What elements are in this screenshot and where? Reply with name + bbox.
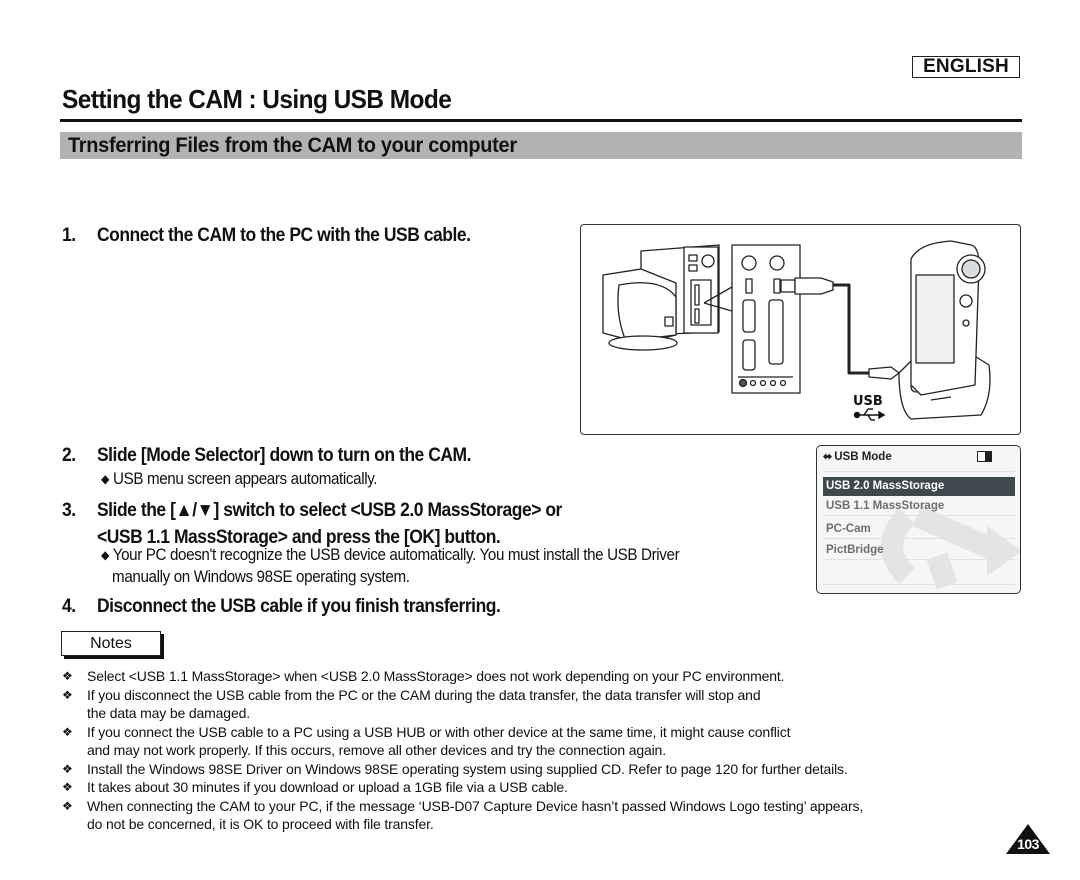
step-number: 1.	[62, 225, 76, 246]
page-number: 103	[1017, 836, 1039, 852]
step-text: Disconnect the USB cable if you finish t…	[96, 596, 501, 617]
language-badge: ENGLISH	[912, 56, 1020, 78]
step-3: 3. Slide the [▲/▼] switch to select <USB …	[62, 497, 562, 551]
note-text-line-2: and may not work properly. If this occur…	[87, 742, 666, 758]
lcd-menu-item-pc-cam[interactable]: PC-Cam	[823, 520, 1015, 539]
step-text: Slide [Mode Selector] down to turn on th…	[96, 445, 472, 466]
pc-back-panel	[731, 244, 801, 394]
usb-label: USB	[853, 394, 883, 409]
section-title: Trnsferring Files from the CAM to your c…	[68, 134, 517, 157]
clover-bullet-icon: ❖	[62, 780, 73, 794]
lcd-divider	[823, 584, 1015, 585]
note-text-line-1: If you connect the USB cable to a PC usi…	[87, 723, 791, 740]
clover-bullet-icon: ❖	[62, 761, 73, 776]
step-4: 4. Disconnect the USB cable if you finish…	[62, 596, 501, 618]
diamond-bullet-icon: ◆	[101, 472, 110, 486]
notes-list: ❖ Select <USB 1.1 MassStorage> when <USB…	[62, 667, 1022, 834]
usb-icon: ⬌	[823, 451, 833, 463]
step-2-note: ◆ USB menu screen appears automatically.	[101, 469, 378, 491]
lcd-divider	[823, 471, 1015, 472]
monitor-stand	[608, 335, 678, 351]
note-text: Select <USB 1.1 MassStorage> when <USB 2…	[87, 668, 785, 684]
illustration-drawing: USB	[602, 240, 991, 421]
note-text: USB menu screen appears automatically.	[112, 470, 378, 488]
usb-trident-icon	[853, 408, 886, 421]
step-number: 2.	[62, 445, 76, 466]
diamond-bullet-icon: ◆	[101, 548, 110, 562]
page-title: Setting the CAM : Using USB Mode	[62, 84, 452, 114]
lcd-menu-item-pictbridge[interactable]: PictBridge	[823, 541, 1015, 560]
section-header-bar: Trnsferring Files from the CAM to your c…	[60, 132, 1022, 159]
lcd-header: ⬌ USB Mode	[823, 450, 892, 464]
clover-bullet-icon: ❖	[62, 687, 73, 702]
clover-bullet-icon: ❖	[62, 724, 73, 739]
note-item: ❖ If you disconnect the USB cable from t…	[62, 686, 1022, 723]
step-number: 4.	[62, 596, 76, 617]
note-text-line-2: the data may be damaged.	[87, 705, 250, 721]
dc-in-icon	[977, 451, 992, 462]
usb-plug	[780, 279, 796, 293]
step-number: 3.	[62, 500, 76, 521]
note-item: ❖ If you connect the USB cable to a PC u…	[62, 723, 1022, 760]
usb-mode-lcd-screen: ⬌ USB Mode USB 2.0 MassStorage USB 1.1 M…	[816, 445, 1021, 594]
note-text-line-2: do not be concerned, it is OK to proceed…	[87, 816, 434, 832]
lcd-menu-item-usb20[interactable]: USB 2.0 MassStorage	[823, 477, 1015, 496]
note-item: ❖ When connecting the CAM to your PC, if…	[62, 797, 1022, 834]
title-divider	[60, 119, 1022, 122]
step-1: 1. Connect the CAM to the PC with the USB…	[62, 225, 471, 247]
note-text-line-1: If you disconnect the USB cable from the…	[87, 686, 761, 703]
page-number-badge: 103	[1006, 824, 1050, 854]
usb-cable	[833, 283, 869, 375]
note-text-line-1: When connecting the CAM to your PC, if t…	[87, 797, 864, 814]
note-item: ❖ Select <USB 1.1 MassStorage> when <USB…	[62, 667, 1022, 686]
note-text-line-1: Your PC doesn't recognize the USB device…	[112, 546, 680, 564]
lcd-menu-item-usb11[interactable]: USB 1.1 MassStorage	[823, 497, 1015, 516]
notes-label: Notes	[61, 631, 161, 656]
usb-connection-illustration: USB	[580, 224, 1021, 435]
step-2: 2. Slide [Mode Selector] down to turn on …	[62, 445, 472, 467]
step-text-line-1: Slide the [▲/▼] switch to select <USB 2.…	[96, 500, 562, 521]
clover-bullet-icon: ❖	[62, 669, 73, 683]
step-3-note: ◆ Your PC doesn't recognize the USB devi…	[101, 545, 680, 588]
note-item: ❖ Install the Windows 98SE Driver on Win…	[62, 760, 1022, 779]
step-text: Connect the CAM to the PC with the USB c…	[96, 225, 471, 246]
note-text-line-2: manually on Windows 98SE operating syste…	[112, 568, 410, 586]
lcd-title: USB Mode	[834, 450, 892, 463]
note-item: ❖ It takes about 30 minutes if you downl…	[62, 778, 1022, 797]
note-text: Install the Windows 98SE Driver on Windo…	[87, 760, 848, 777]
note-text: It takes about 30 minutes if you downloa…	[87, 779, 568, 795]
clover-bullet-icon: ❖	[62, 798, 73, 813]
